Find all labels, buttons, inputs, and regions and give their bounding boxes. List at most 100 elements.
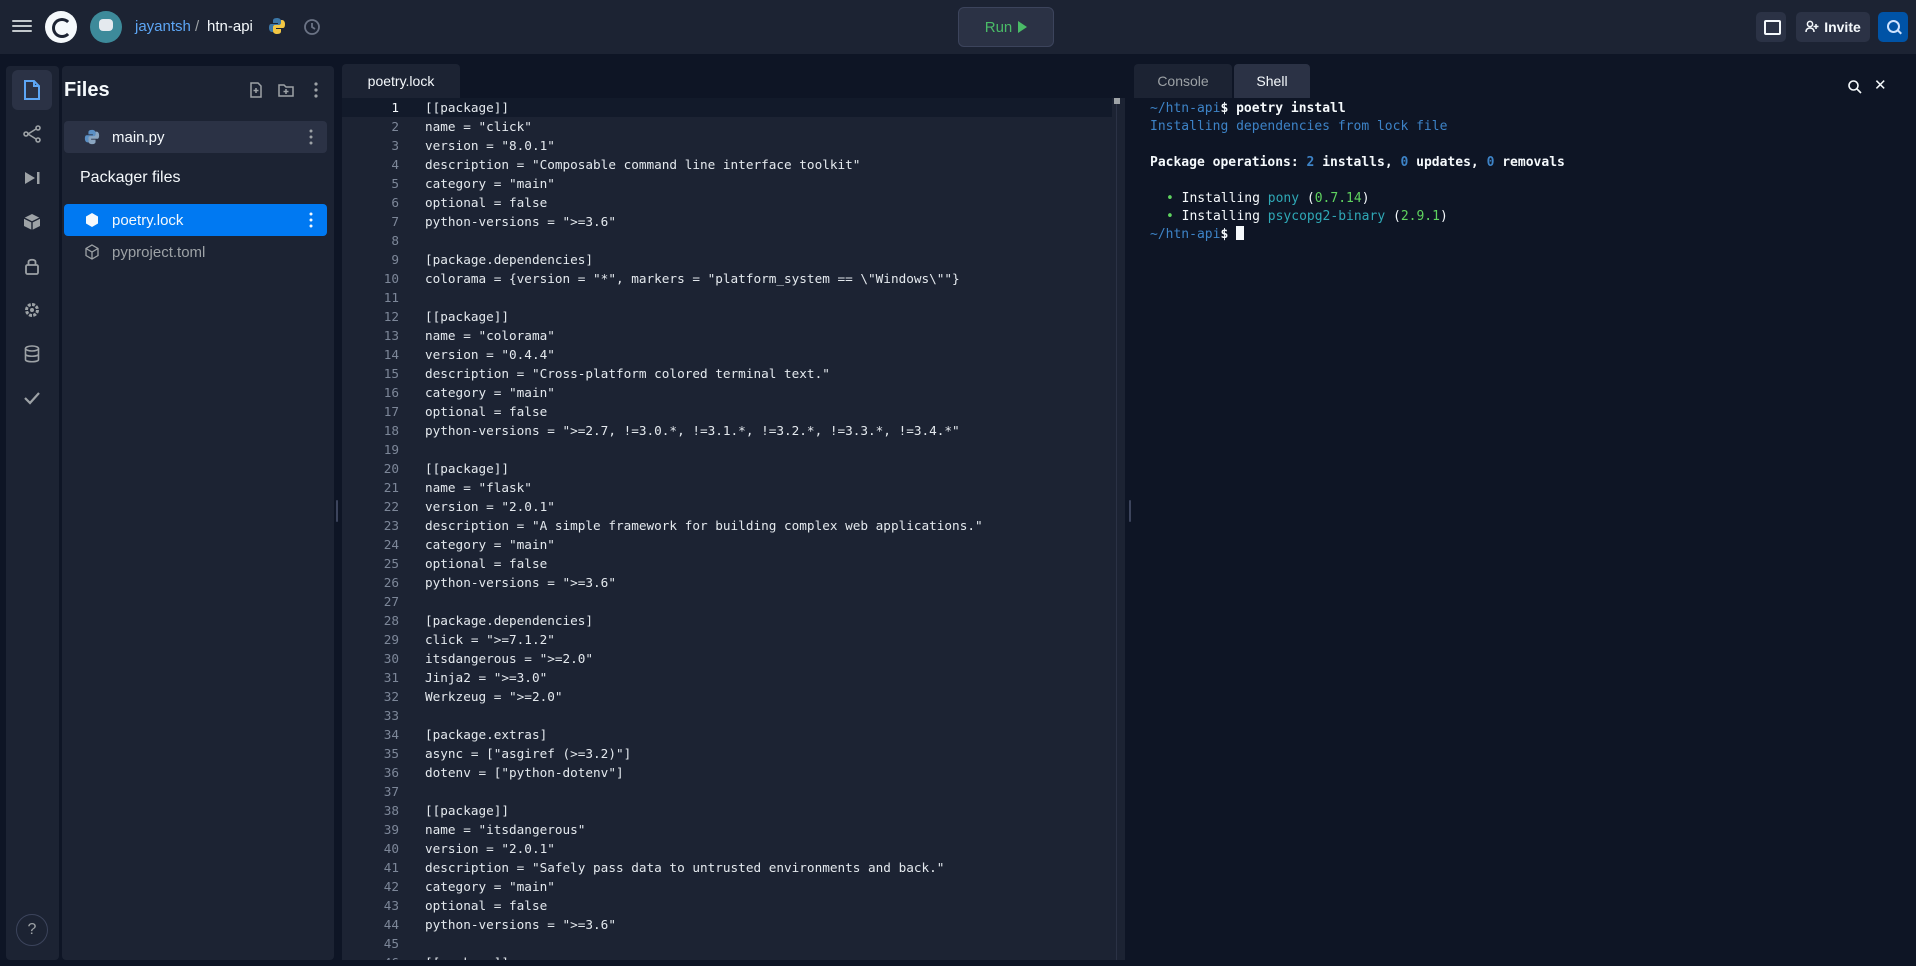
file-item-poetry-lock[interactable]: poetry.lock [64,204,327,236]
file-name: main.py [112,128,165,146]
code-line[interactable]: 9 [package.dependencies] [342,250,1112,269]
code-line[interactable]: 35 async = ["asgiref (>=3.2)"] [342,744,1112,763]
code-line[interactable]: 30 itsdangerous = ">=2.0" [342,649,1112,668]
line-text: description = "Composable command line i… [425,157,861,172]
history-icon[interactable] [302,17,322,37]
file-name: pyproject.toml [112,243,206,261]
terminal-resize-handle[interactable] [1129,500,1131,522]
code-line[interactable]: 25 optional = false [342,554,1112,573]
code-line[interactable]: 18 python-versions = ">=2.7, !=3.0.*, !=3… [342,421,1112,440]
code-line[interactable]: 43 optional = false [342,896,1112,915]
line-number: 7 [391,214,399,229]
files-icon[interactable] [12,70,52,110]
code-line[interactable]: 24 category = "main" [342,535,1112,554]
ops-updates-label: updates, [1408,155,1487,170]
help-button[interactable]: ? [16,914,48,946]
code-line[interactable]: 34 [package.extras] [342,725,1112,744]
unit-tests-icon[interactable] [12,378,52,418]
code-line[interactable]: 27 [342,592,1112,611]
code-line[interactable]: 20 [[package]] [342,459,1112,478]
code-line[interactable]: 7 python-versions = ">=3.6" [342,212,1112,231]
code-line[interactable]: 8 [342,231,1112,250]
code-line[interactable]: 41 description = "Safely pass data to unt… [342,858,1112,877]
line-number: 19 [383,442,399,457]
code-line[interactable]: 15 description = "Cross-platform colored … [342,364,1112,383]
code-line[interactable]: 6 optional = false [342,193,1112,212]
menu-icon[interactable] [12,17,32,37]
database-icon[interactable] [12,334,52,374]
code-line[interactable]: 37 [342,782,1112,801]
tab-poetry-lock[interactable]: poetry.lock [342,64,460,98]
code-line[interactable]: 40 version = "2.0.1" [342,839,1112,858]
breadcrumb-user[interactable]: jayantsh [135,18,191,35]
search-icon[interactable] [1878,12,1908,42]
more-options-icon[interactable] [306,80,326,100]
code-line[interactable]: 5 category = "main" [342,174,1112,193]
file-item-main-py[interactable]: main.py [64,121,327,153]
packages-icon[interactable] [12,202,52,242]
invite-button[interactable]: Invite [1796,12,1870,42]
code-line[interactable]: 11 [342,288,1112,307]
line-text: Werkzeug = ">=2.0" [425,689,563,704]
code-line[interactable]: 19 [342,440,1112,459]
code-line[interactable]: 2 name = "click" [342,117,1112,136]
line-number: 28 [383,613,399,628]
terminal-line-package: • Installing pony (0.7.14) [1166,190,1370,208]
user-avatar[interactable] [90,11,122,43]
files-resize-handle[interactable] [336,500,338,522]
code-line[interactable]: 10 colorama = {version = "*", markers = "… [342,269,1112,288]
code-line[interactable]: 14 version = "0.4.4" [342,345,1112,364]
code-line[interactable]: 32 Werkzeug = ">=2.0" [342,687,1112,706]
code-line[interactable]: 4 description = "Composable command line … [342,155,1112,174]
code-line[interactable]: 46 [[package]] [342,953,1112,960]
code-line[interactable]: 42 category = "main" [342,877,1112,896]
tab-shell[interactable]: Shell [1234,64,1310,98]
breadcrumb-repl-name[interactable]: htn-api [207,18,253,35]
code-line[interactable]: 45 [342,934,1112,953]
code-line[interactable]: 23 description = "A simple framework for … [342,516,1112,535]
editor-scrollbar-thumb[interactable] [1114,98,1120,104]
code-line[interactable]: 31 Jinja2 = ">=3.0" [342,668,1112,687]
line-text: Jinja2 = ">=3.0" [425,670,548,685]
code-line[interactable]: 38 [[package]] [342,801,1112,820]
terminal-search-icon[interactable] [1847,79,1863,95]
new-file-icon[interactable] [246,80,266,100]
line-text: category = "main" [425,879,555,894]
shell-output[interactable]: ~/htn-api$ poetry install Installing dep… [1134,98,1916,960]
line-number: 20 [383,461,399,476]
code-line[interactable]: 39 name = "itsdangerous" [342,820,1112,839]
editor-scrollbar[interactable] [1116,98,1117,960]
git-icon[interactable] [12,114,52,154]
code-line[interactable]: 17 optional = false [342,402,1112,421]
installing-word: Installing [1181,209,1260,224]
package-version: 0.7.14 [1314,191,1362,206]
code-area[interactable]: 1 [[package]] 2 name = "click" 3 version = "8… [342,98,1112,960]
settings-icon[interactable] [12,290,52,330]
replit-logo-icon[interactable] [45,11,77,43]
tab-console[interactable]: Console [1134,64,1232,98]
debugger-icon[interactable] [12,158,52,198]
code-line[interactable]: 28 [package.dependencies] [342,611,1112,630]
code-line[interactable]: 22 version = "2.0.1" [342,497,1112,516]
code-line[interactable]: 36 dotenv = ["python-dotenv"] [342,763,1112,782]
run-button[interactable]: Run [958,7,1054,47]
code-line[interactable]: 29 click = ">=7.1.2" [342,630,1112,649]
code-line[interactable]: 1 [[package]] [342,98,1112,117]
file-more-icon[interactable] [301,210,321,230]
code-line[interactable]: 3 version = "8.0.1" [342,136,1112,155]
code-line[interactable]: 44 python-versions = ">=3.6" [342,915,1112,934]
code-line[interactable]: 16 category = "main" [342,383,1112,402]
chat-icon[interactable] [1756,12,1786,42]
file-item-pyproject-toml[interactable]: pyproject.toml [64,236,327,268]
new-folder-icon[interactable] [276,80,296,100]
code-line[interactable]: 13 name = "colorama" [342,326,1112,345]
code-line[interactable]: 33 [342,706,1112,725]
secrets-icon[interactable] [12,246,52,286]
file-more-icon[interactable] [301,127,321,147]
shell-prompt: ~/htn-api [1150,101,1221,116]
close-icon[interactable]: ✕ [1874,76,1890,94]
code-line[interactable]: 26 python-versions = ">=3.6" [342,573,1112,592]
terminal-line-installing: Installing dependencies from lock file [1150,119,1448,134]
code-line[interactable]: 21 name = "flask" [342,478,1112,497]
code-line[interactable]: 12 [[package]] [342,307,1112,326]
